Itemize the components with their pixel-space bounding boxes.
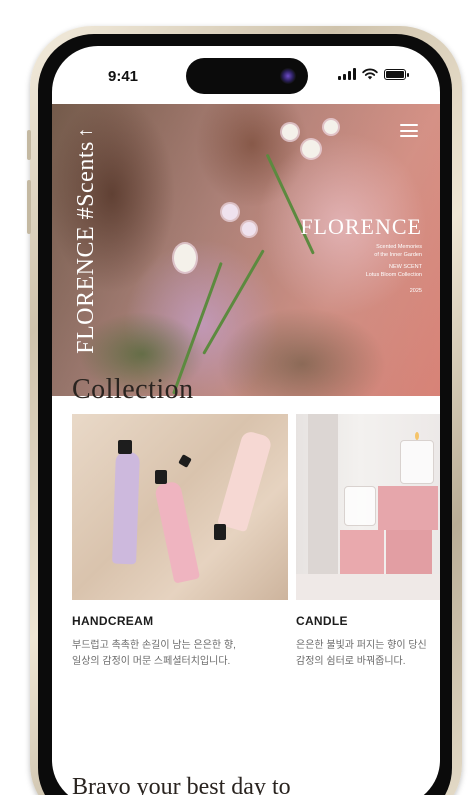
status-time: 9:41 [108,68,139,85]
product-image [72,414,288,600]
tube-cap [155,470,167,484]
tube-cap [214,524,226,540]
tube-lavender [112,451,140,565]
screen: 9:41 FLORENCE #Scents ← FLORENCE Scented… [52,46,440,795]
brand-line: 2025 [409,288,422,294]
tube-cap [178,454,192,468]
section-title: Collection [72,374,194,405]
candle-jar [344,486,376,526]
table-surface [296,574,440,600]
candle-box [378,486,438,530]
back-arrow-icon[interactable]: ← [76,120,96,140]
product-image [296,414,440,600]
product-description-line: 부드럽고 촉촉한 손길이 남는 은은한 향, [72,640,236,651]
candle-jar [400,440,434,484]
dynamic-island [186,58,308,94]
hero-banner: FLORENCE #Scents ← FLORENCE Scented Memo… [52,104,440,396]
side-button [27,130,31,160]
tube-pink [153,480,201,584]
hero-vertical-title: FLORENCE #Scents [72,141,99,354]
brand-line: NEW SCENT [389,264,422,270]
flower [302,140,320,158]
flower [174,244,196,272]
flower [242,222,256,236]
brand-line: of the Inner Garden [374,252,422,258]
signal-icon [338,68,356,80]
product-card-handcream[interactable]: HANDCREAM 부드럽고 촉촉한 손길이 남는 은은한 향, 일상의 감정이… [72,414,288,667]
product-description-line: 감정의 쉼터로 바꿔줍니다. [296,656,406,667]
brand-line: Lotus Bloom Collection [365,272,422,278]
candle-box [340,530,384,574]
tube-blush [217,429,273,533]
product-description-line: 은은한 불빛과 퍼지는 향이 당신 [296,640,427,651]
product-description: 은은한 불빛과 퍼지는 향이 당신 감정의 쉼터로 바꿔줍니다. [296,638,427,670]
arch-column [308,414,338,600]
product-title: HANDCREAM [72,614,154,628]
product-card-candle[interactable]: CANDLE 은은한 불빛과 퍼지는 향이 당신 감정의 쉼터로 바꿔줍니다. [296,414,440,667]
status-icons [338,68,409,80]
wifi-icon [362,68,378,80]
product-title: CANDLE [296,614,348,628]
flower [324,120,338,134]
brand-logo: FLORENCE [300,214,422,239]
brand-line: Scented Memories [376,244,422,250]
product-description-line: 일상의 감정이 머문 스페셜터치입니다. [72,656,231,667]
battery-icon [384,68,409,80]
flower [222,204,238,220]
flower [282,124,298,140]
next-section-title: Bravo your best day to [72,774,291,795]
product-description: 부드럽고 촉촉한 손길이 남는 은은한 향, 일상의 감정이 머문 스페셜터치입… [72,638,236,670]
tube-cap [118,440,132,454]
side-button [27,180,31,234]
candle-box [386,530,432,574]
camera-icon [280,68,296,84]
candle-flame [415,432,419,440]
menu-icon[interactable] [400,124,418,137]
